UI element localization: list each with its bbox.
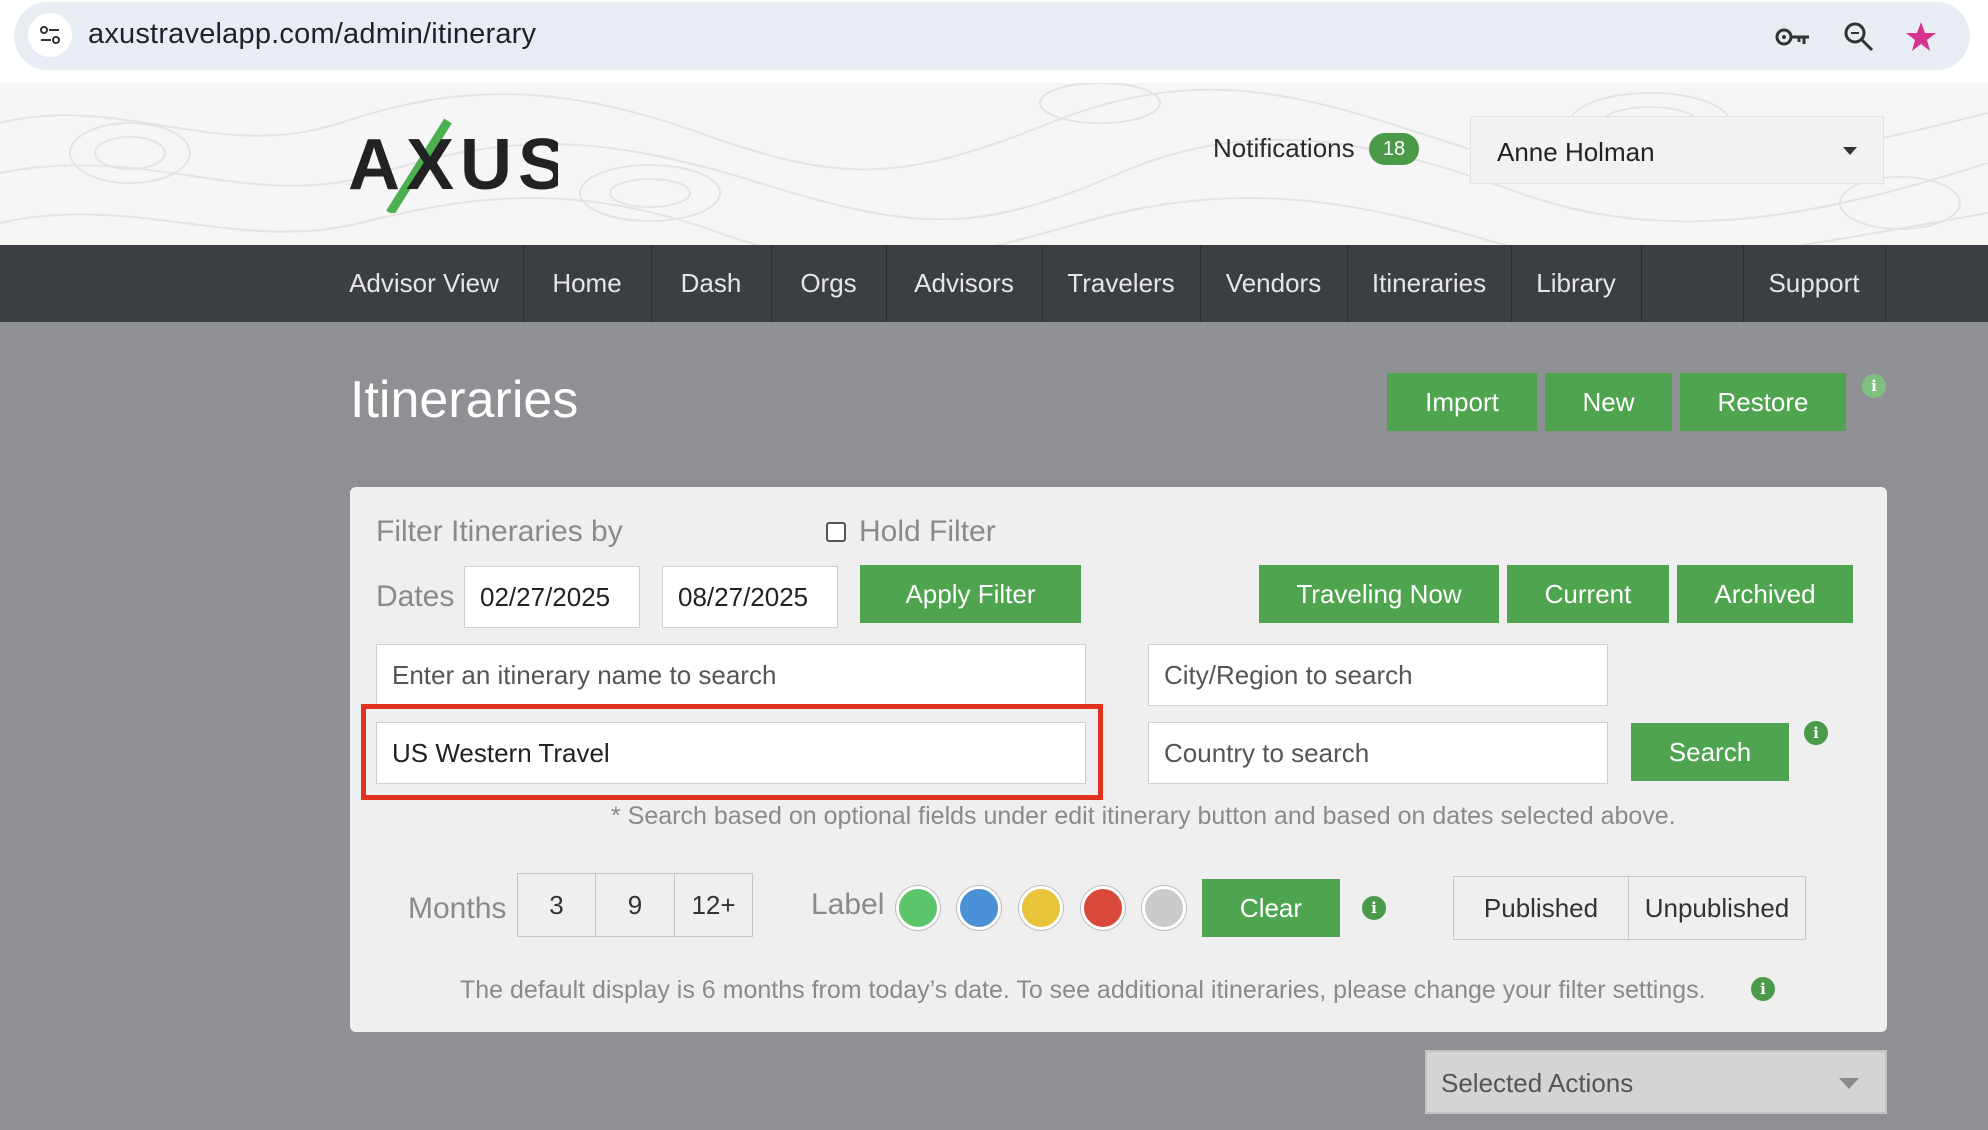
nav-item-dash[interactable]: Dash <box>651 245 771 322</box>
months-option-12-plus[interactable]: 12+ <box>674 873 753 937</box>
notifications-link[interactable]: Notifications <box>1213 133 1355 164</box>
nav-item-vendors[interactable]: Vendors <box>1200 245 1347 322</box>
label-color-red[interactable] <box>1081 886 1125 930</box>
country-search-input[interactable]: Country to search <box>1148 722 1608 784</box>
label-color-gray[interactable] <box>1142 886 1186 930</box>
current-button[interactable]: Current <box>1507 565 1669 623</box>
key-icon[interactable] <box>1774 20 1812 54</box>
search-button[interactable]: Search <box>1631 723 1789 781</box>
unpublished-toggle[interactable]: Unpublished <box>1628 876 1806 940</box>
clear-button[interactable]: Clear <box>1202 879 1340 937</box>
nav-item-orgs[interactable]: Orgs <box>771 245 886 322</box>
selected-actions-dropdown[interactable]: Selected Actions <box>1425 1050 1887 1114</box>
hold-filter-label[interactable]: Hold Filter <box>859 515 996 549</box>
apply-filter-button[interactable]: Apply Filter <box>860 565 1081 623</box>
months-option-9[interactable]: 9 <box>595 873 675 937</box>
chevron-down-icon <box>1843 147 1857 155</box>
city-region-search-input[interactable]: City/Region to search <box>1148 644 1608 706</box>
logo-text: AXUS <box>348 125 558 205</box>
nav-item-support[interactable]: Support <box>1743 245 1885 322</box>
label-color-blue[interactable] <box>957 886 1001 930</box>
label-filter-label: Label <box>811 888 885 921</box>
archived-button[interactable]: Archived <box>1677 565 1853 623</box>
nav-item-travelers[interactable]: Travelers <box>1042 245 1200 322</box>
search-hint: * Search based on optional fields under … <box>611 802 1676 830</box>
start-date-input[interactable]: 02/27/2025 <box>464 566 640 628</box>
url-text[interactable]: axustravelapp.com/admin/itinerary <box>88 18 536 51</box>
chevron-down-icon <box>1839 1078 1859 1089</box>
label-color-green[interactable] <box>896 886 940 930</box>
nav-item-advisors[interactable]: Advisors <box>886 245 1042 322</box>
site-settings-icon[interactable] <box>28 13 72 57</box>
hold-filter-checkbox[interactable] <box>826 522 846 542</box>
info-icon[interactable]: i <box>1751 977 1775 1001</box>
info-icon[interactable]: i <box>1362 896 1386 920</box>
itinerary-name-search-input[interactable]: Enter an itinerary name to search <box>376 644 1086 706</box>
browser-toolbar: axustravelapp.com/admin/itinerary <box>0 0 1988 83</box>
default-display-note: The default display is 6 months from tod… <box>460 976 1706 1004</box>
axus-logo[interactable]: AXUS <box>348 113 566 216</box>
page-title: Itineraries <box>350 371 579 429</box>
nav-item-itineraries[interactable]: Itineraries <box>1347 245 1511 322</box>
months-label: Months <box>408 892 507 925</box>
address-bar[interactable]: axustravelapp.com/admin/itinerary <box>14 2 1970 70</box>
months-option-3[interactable]: 3 <box>517 873 596 937</box>
end-date-input[interactable]: 08/27/2025 <box>662 566 838 628</box>
nav-item-home[interactable]: Home <box>523 245 651 322</box>
highlight-box <box>361 704 1103 800</box>
import-button[interactable]: Import <box>1387 373 1537 431</box>
selected-actions-label: Selected Actions <box>1441 1068 1634 1098</box>
label-color-yellow[interactable] <box>1019 886 1063 930</box>
user-menu-dropdown[interactable]: Anne Holman <box>1470 116 1884 184</box>
nav-item-advisor-view[interactable]: Advisor View <box>330 245 518 322</box>
restore-button[interactable]: Restore <box>1680 373 1846 431</box>
nav-separator <box>1885 245 1886 322</box>
user-name: Anne Holman <box>1497 137 1655 167</box>
bookmark-star-icon[interactable] <box>1904 20 1938 54</box>
info-icon[interactable]: i <box>1862 374 1886 398</box>
site-header: AXUS Notifications 18 Anne Holman <box>0 83 1988 245</box>
info-icon[interactable]: i <box>1804 721 1828 745</box>
published-toggle[interactable]: Published <box>1453 876 1629 940</box>
nav-separator <box>1641 245 1642 322</box>
zoom-icon[interactable] <box>1842 20 1876 54</box>
traveling-now-button[interactable]: Traveling Now <box>1259 565 1499 623</box>
nav-item-library[interactable]: Library <box>1511 245 1641 322</box>
main-nav: Advisor View Home Dash Orgs Advisors Tra… <box>0 245 1988 322</box>
notifications-count-badge[interactable]: 18 <box>1369 133 1419 165</box>
new-button[interactable]: New <box>1545 373 1672 431</box>
dates-label: Dates <box>376 580 455 613</box>
filter-by-label: Filter Itineraries by <box>376 515 623 548</box>
